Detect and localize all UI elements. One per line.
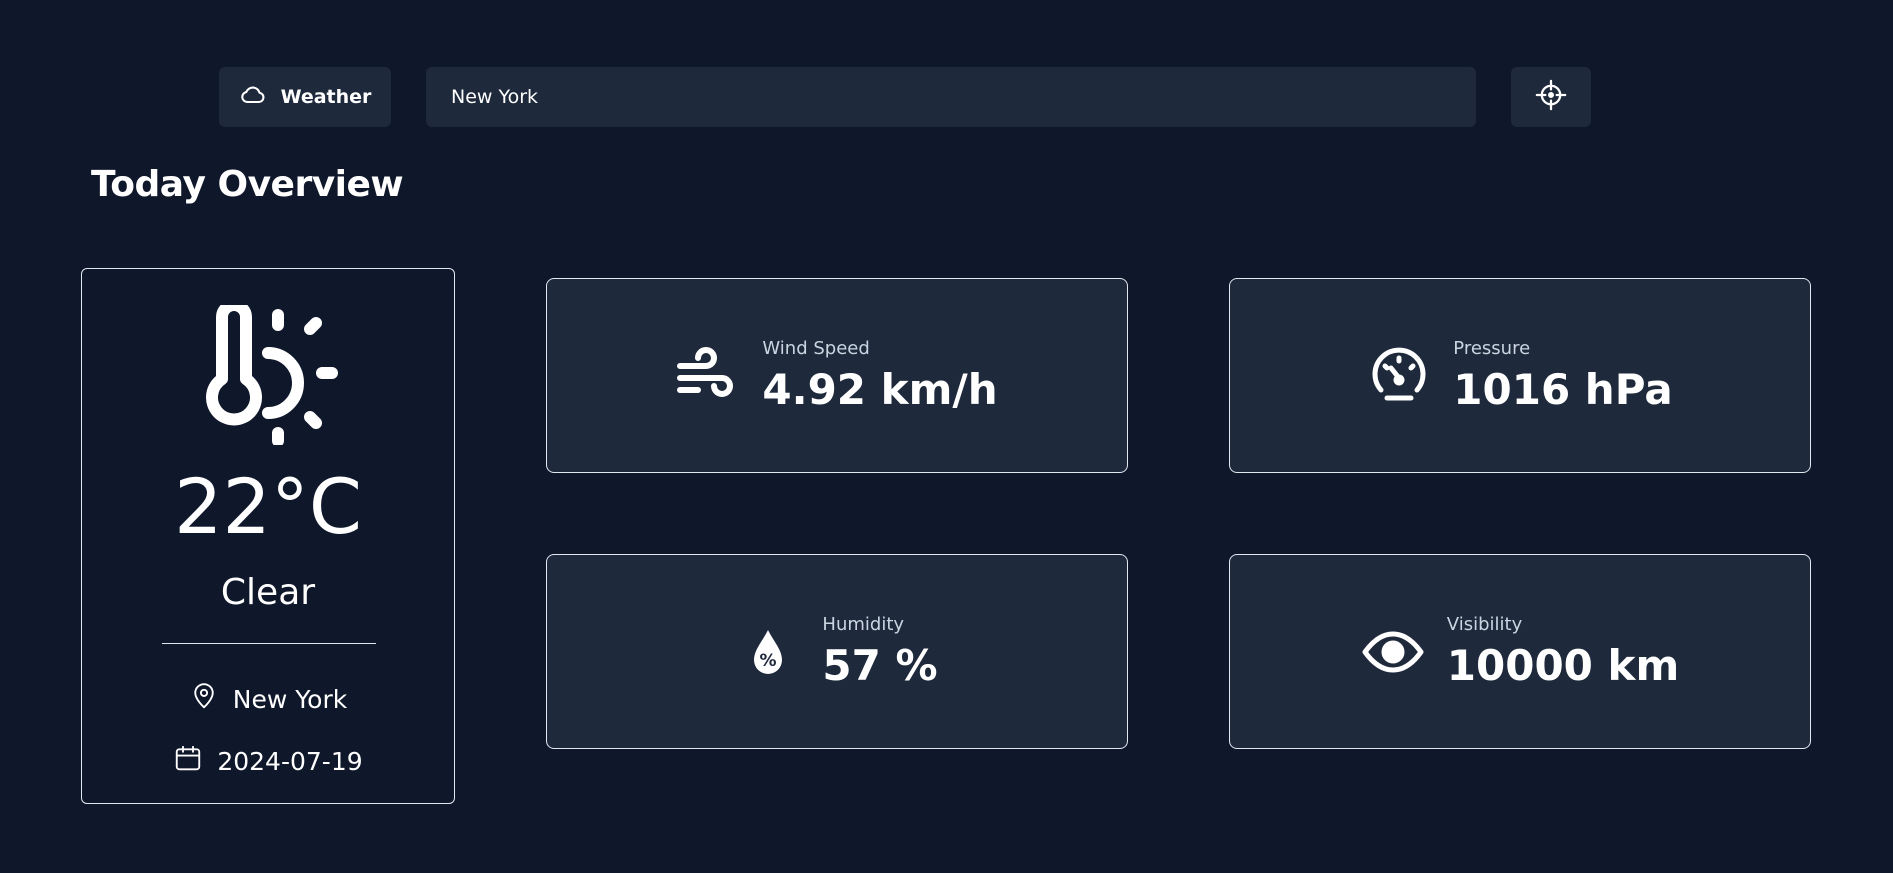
crosshair-icon: [1534, 78, 1568, 116]
visibility-label: Visibility: [1446, 613, 1523, 635]
eye-icon: [1361, 620, 1425, 684]
droplet-percent-icon: %: [736, 620, 800, 684]
temperature-value: 22°C: [174, 462, 362, 551]
city-search-input[interactable]: [426, 67, 1476, 127]
page-title: Today Overview: [91, 164, 404, 205]
date-row: 2024-07-19: [82, 743, 454, 779]
weather-condition: Clear: [220, 572, 316, 613]
pressure-card: Pressure 1016 hPa: [1229, 278, 1811, 473]
pressure-label: Pressure: [1453, 337, 1531, 359]
date-text: 2024-07-19: [217, 746, 363, 776]
today-card: 22°C Clear New York 2024-07-19: [81, 268, 455, 804]
map-pin-icon: [189, 681, 219, 717]
humidity-card: % Humidity 57 %: [546, 554, 1128, 749]
cloud-icon: [239, 81, 267, 114]
top-bar: Weather: [219, 67, 1591, 127]
visibility-card: Visibility 10000 km: [1229, 554, 1811, 749]
visibility-value: 10000 km: [1446, 640, 1680, 690]
humidity-value: 57 %: [822, 640, 938, 690]
calendar-icon: [173, 743, 203, 779]
wind-icon: [676, 344, 740, 408]
weather-button-label: Weather: [280, 86, 372, 108]
wind-speed-value: 4.92 km/h: [762, 364, 998, 414]
svg-text:%: %: [760, 651, 777, 671]
wind-speed-label: Wind Speed: [762, 337, 870, 359]
divider: [162, 643, 376, 644]
thermometer-sun-icon: [192, 299, 342, 447]
weather-button[interactable]: Weather: [219, 67, 391, 127]
location-row: New York: [82, 681, 454, 717]
location-text: New York: [232, 684, 348, 714]
gauge-icon: [1367, 344, 1431, 408]
humidity-label: Humidity: [822, 613, 905, 635]
locate-button[interactable]: [1511, 67, 1591, 127]
wind-speed-card: Wind Speed 4.92 km/h: [546, 278, 1128, 473]
pressure-value: 1016 hPa: [1453, 364, 1673, 414]
